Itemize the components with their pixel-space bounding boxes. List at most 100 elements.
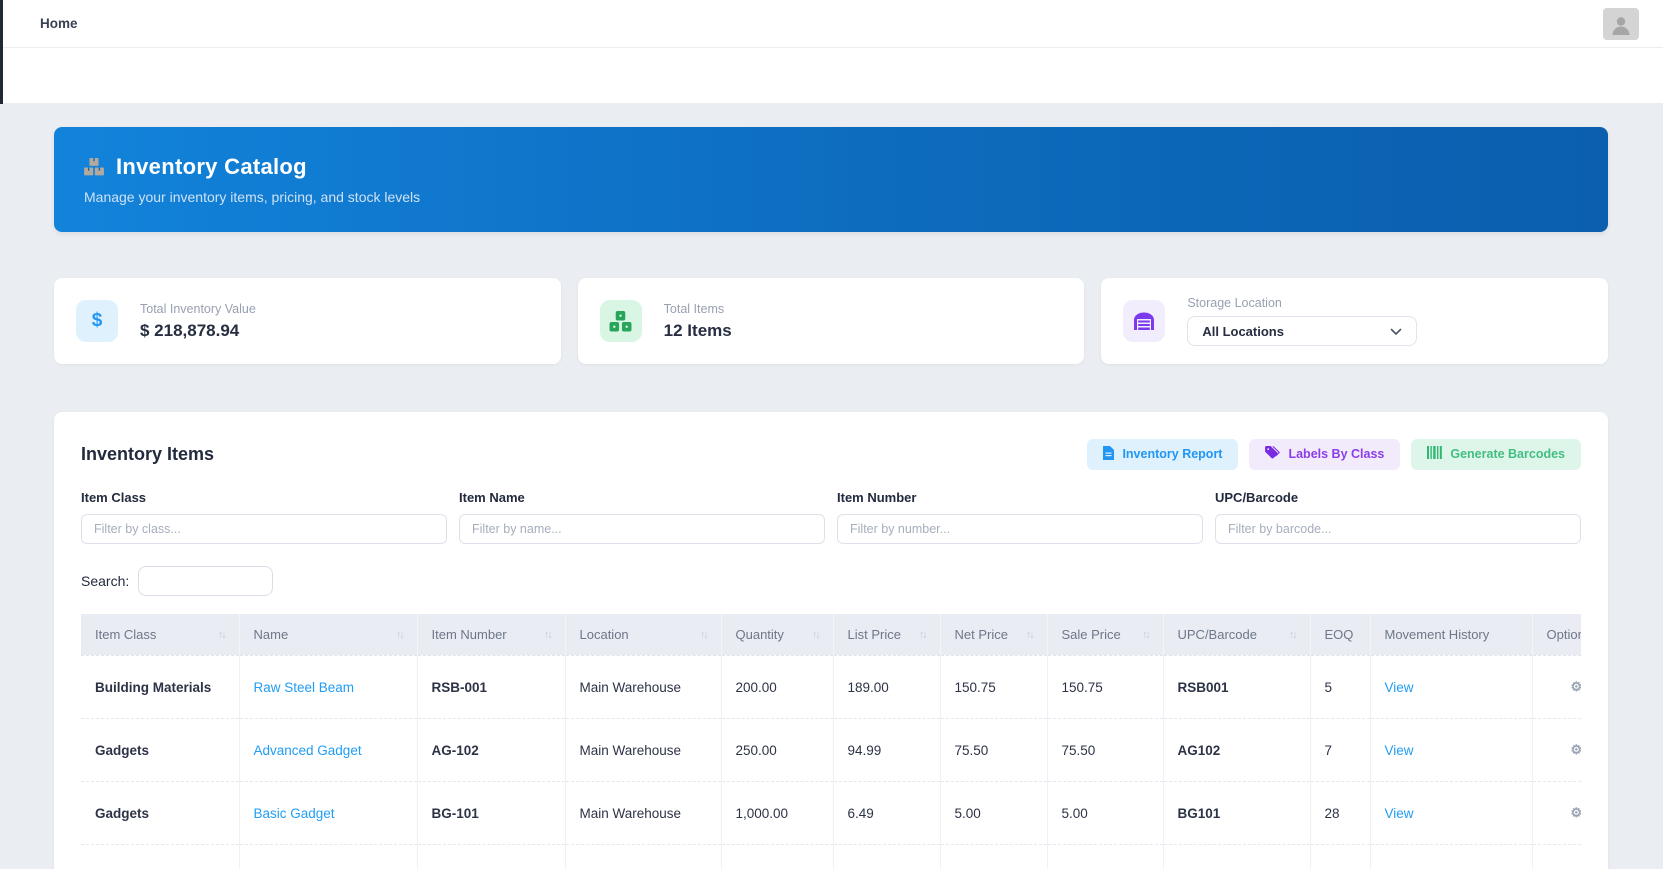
column-header-quantity[interactable]: Quantity ↑↓ xyxy=(721,614,834,656)
nav-home-link[interactable]: Home xyxy=(40,16,78,31)
column-label: Sale Price xyxy=(1061,627,1121,642)
column-header-item-number[interactable]: Item Number ↑↓ xyxy=(417,614,566,656)
cell-quantity: 250.00 xyxy=(721,718,834,782)
gear-icon: ⚙ xyxy=(1580,687,1581,698)
cubes-icon xyxy=(599,300,642,342)
page-title: Inventory Catalog xyxy=(116,154,307,179)
item-number-filter-input[interactable] xyxy=(837,514,1203,544)
item-name-link[interactable]: Raw Steel Beam xyxy=(254,680,355,695)
sort-icon: ↑↓ xyxy=(919,628,927,641)
column-label: List Price xyxy=(847,627,901,642)
inventory-report-button[interactable]: Inventory Report xyxy=(1087,438,1239,470)
sort-icon: ↑↓ xyxy=(812,628,820,641)
column-label: Movement History xyxy=(1384,627,1490,642)
sort-icon: ↑↓ xyxy=(1026,628,1034,641)
column-header-name[interactable]: Name ↑↓ xyxy=(239,614,418,656)
sort-icon: ↑↓ xyxy=(1142,628,1150,641)
filter-label: UPC/Barcode xyxy=(1215,490,1299,505)
item-name-filter-input[interactable] xyxy=(459,514,825,544)
cell-item-class: Gadgets xyxy=(81,718,240,782)
cell-upc-barcode: BG101 xyxy=(1163,781,1311,845)
cell-name: Industrial Bolts Pack xyxy=(239,844,418,869)
search-label: Search: xyxy=(81,573,130,589)
column-label: UPC/Barcode xyxy=(1177,627,1257,642)
cell-item-class: Building Materials xyxy=(81,655,240,719)
sort-icon: ↑↓ xyxy=(218,628,226,641)
row-options-gears-icon[interactable]: ⚙⚙ xyxy=(1571,742,1582,761)
movement-history-view-link[interactable]: View xyxy=(1385,743,1414,758)
cell-item-number: IBP-001 xyxy=(417,844,566,869)
cell-sale-price: 12.99 xyxy=(1047,844,1164,869)
cell-name: Advanced Gadget xyxy=(239,718,418,782)
column-label: Item Class xyxy=(95,627,157,642)
row-options-gears-icon[interactable]: ⚙⚙ xyxy=(1571,805,1582,823)
item-name-link[interactable]: Advanced Gadget xyxy=(254,743,362,758)
column-label: Options xyxy=(1546,627,1582,642)
cell-sale-price: 75.50 xyxy=(1047,718,1164,782)
cell-net-price: 75.50 xyxy=(940,718,1048,782)
user-avatar[interactable] xyxy=(1603,7,1639,40)
file-icon xyxy=(1103,445,1115,463)
column-label: Item Number xyxy=(431,627,507,642)
cell-list-price: 16.49 xyxy=(833,844,941,869)
cell-location: Main Warehouse xyxy=(565,844,722,869)
cell-item-number: AG-102 xyxy=(417,718,566,782)
column-header-location[interactable]: Location ↑↓ xyxy=(565,614,722,656)
button-label: Labels By Class xyxy=(1288,447,1385,461)
inventory-items-panel: Inventory Items Inventory Report Labels … xyxy=(54,412,1608,869)
generate-barcodes-button[interactable]: Generate Barcodes xyxy=(1411,438,1581,470)
table-search: Search: xyxy=(81,566,1581,596)
gear-icon: ⚙ xyxy=(1580,750,1581,761)
cell-list-price: 94.99 xyxy=(833,718,941,782)
column-header-item-class[interactable]: Item Class ↑↓ xyxy=(81,614,240,656)
cell-net-price: 150.75 xyxy=(940,655,1048,719)
cell-item-class: Hardware xyxy=(81,844,240,869)
filter-upc-barcode: UPC/Barcode xyxy=(1215,490,1581,544)
item-name-link[interactable]: Basic Gadget xyxy=(254,806,335,821)
filter-item-number: Item Number xyxy=(837,490,1203,544)
table-row: HardwareIndustrial Bolts PackIBP-001Main… xyxy=(81,844,1581,869)
cell-list-price: 6.49 xyxy=(833,781,941,845)
item-class-filter-input[interactable] xyxy=(81,514,447,544)
cell-quantity: 5,000.00 xyxy=(721,844,834,869)
cell-net-price: 5.00 xyxy=(940,781,1048,845)
column-label: Location xyxy=(579,627,629,642)
row-options-gears-icon[interactable]: ⚙⚙ xyxy=(1571,679,1582,698)
panel-actions: Inventory Report Labels By Class Generat… xyxy=(1087,438,1581,470)
upc-barcode-filter-input[interactable] xyxy=(1215,514,1581,544)
panel-title: Inventory Items xyxy=(81,443,215,464)
cell-item-number: BG-101 xyxy=(417,781,566,845)
cell-upc-barcode: IBP001 xyxy=(1163,844,1311,869)
filter-label: Item Name xyxy=(459,490,525,505)
filter-label: Item Class xyxy=(81,490,147,505)
cell-name: Raw Steel Beam xyxy=(239,655,418,719)
barcode-icon xyxy=(1427,446,1443,462)
search-input[interactable] xyxy=(138,566,274,596)
column-header-list-price[interactable]: List Price ↑↓ xyxy=(833,614,941,656)
table-header-row: Item Class ↑↓ Name ↑↓ Item Number ↑↓ Location ↑… xyxy=(81,614,1581,656)
stats-row: $ Total Inventory Value $ 218,878.94 Tot… xyxy=(54,278,1609,364)
table-body: Building Materials Raw Steel Beam RSB-001 M… xyxy=(81,655,1582,869)
column-header-sale-price[interactable]: Sale Price ↑↓ xyxy=(1047,614,1164,656)
dollar-icon: $ xyxy=(76,300,118,342)
cell-options: ⚙⚙ xyxy=(1532,655,1582,719)
labels-by-class-button[interactable]: Labels By Class xyxy=(1249,438,1401,470)
sort-icon: ↑↓ xyxy=(1289,628,1297,641)
table-row: Gadgets Basic Gadget BG-101 Main Warehouse 1… xyxy=(81,781,1582,845)
sort-icon: ↑↓ xyxy=(396,628,404,641)
inventory-table-container[interactable]: Item Class ↑↓ Name ↑↓ Item Number ↑↓ Location ↑… xyxy=(81,614,1581,869)
movement-history-view-link[interactable]: View xyxy=(1385,806,1414,821)
filter-row: Item Class Item Name Item Number UPC/Bar… xyxy=(81,490,1581,544)
total-items-value: 12 Items xyxy=(663,320,732,340)
movement-history-view-link[interactable]: View xyxy=(1385,680,1414,695)
cell-net-price: 12.99 xyxy=(940,844,1048,869)
storage-location-select[interactable]: All Locations xyxy=(1187,316,1418,346)
cell-sale-price: 150.75 xyxy=(1047,655,1164,719)
cell-movement-history: View xyxy=(1370,655,1533,719)
cell-eoq: 7 xyxy=(1310,718,1371,782)
column-header-eoq: EOQ xyxy=(1310,614,1371,656)
total-items-card: Total Items 12 Items xyxy=(577,278,1085,364)
filter-item-class: Item Class xyxy=(81,490,447,544)
column-header-net-price[interactable]: Net Price ↑↓ xyxy=(940,614,1048,656)
column-header-upc-barcode[interactable]: UPC/Barcode ↑↓ xyxy=(1163,614,1311,656)
